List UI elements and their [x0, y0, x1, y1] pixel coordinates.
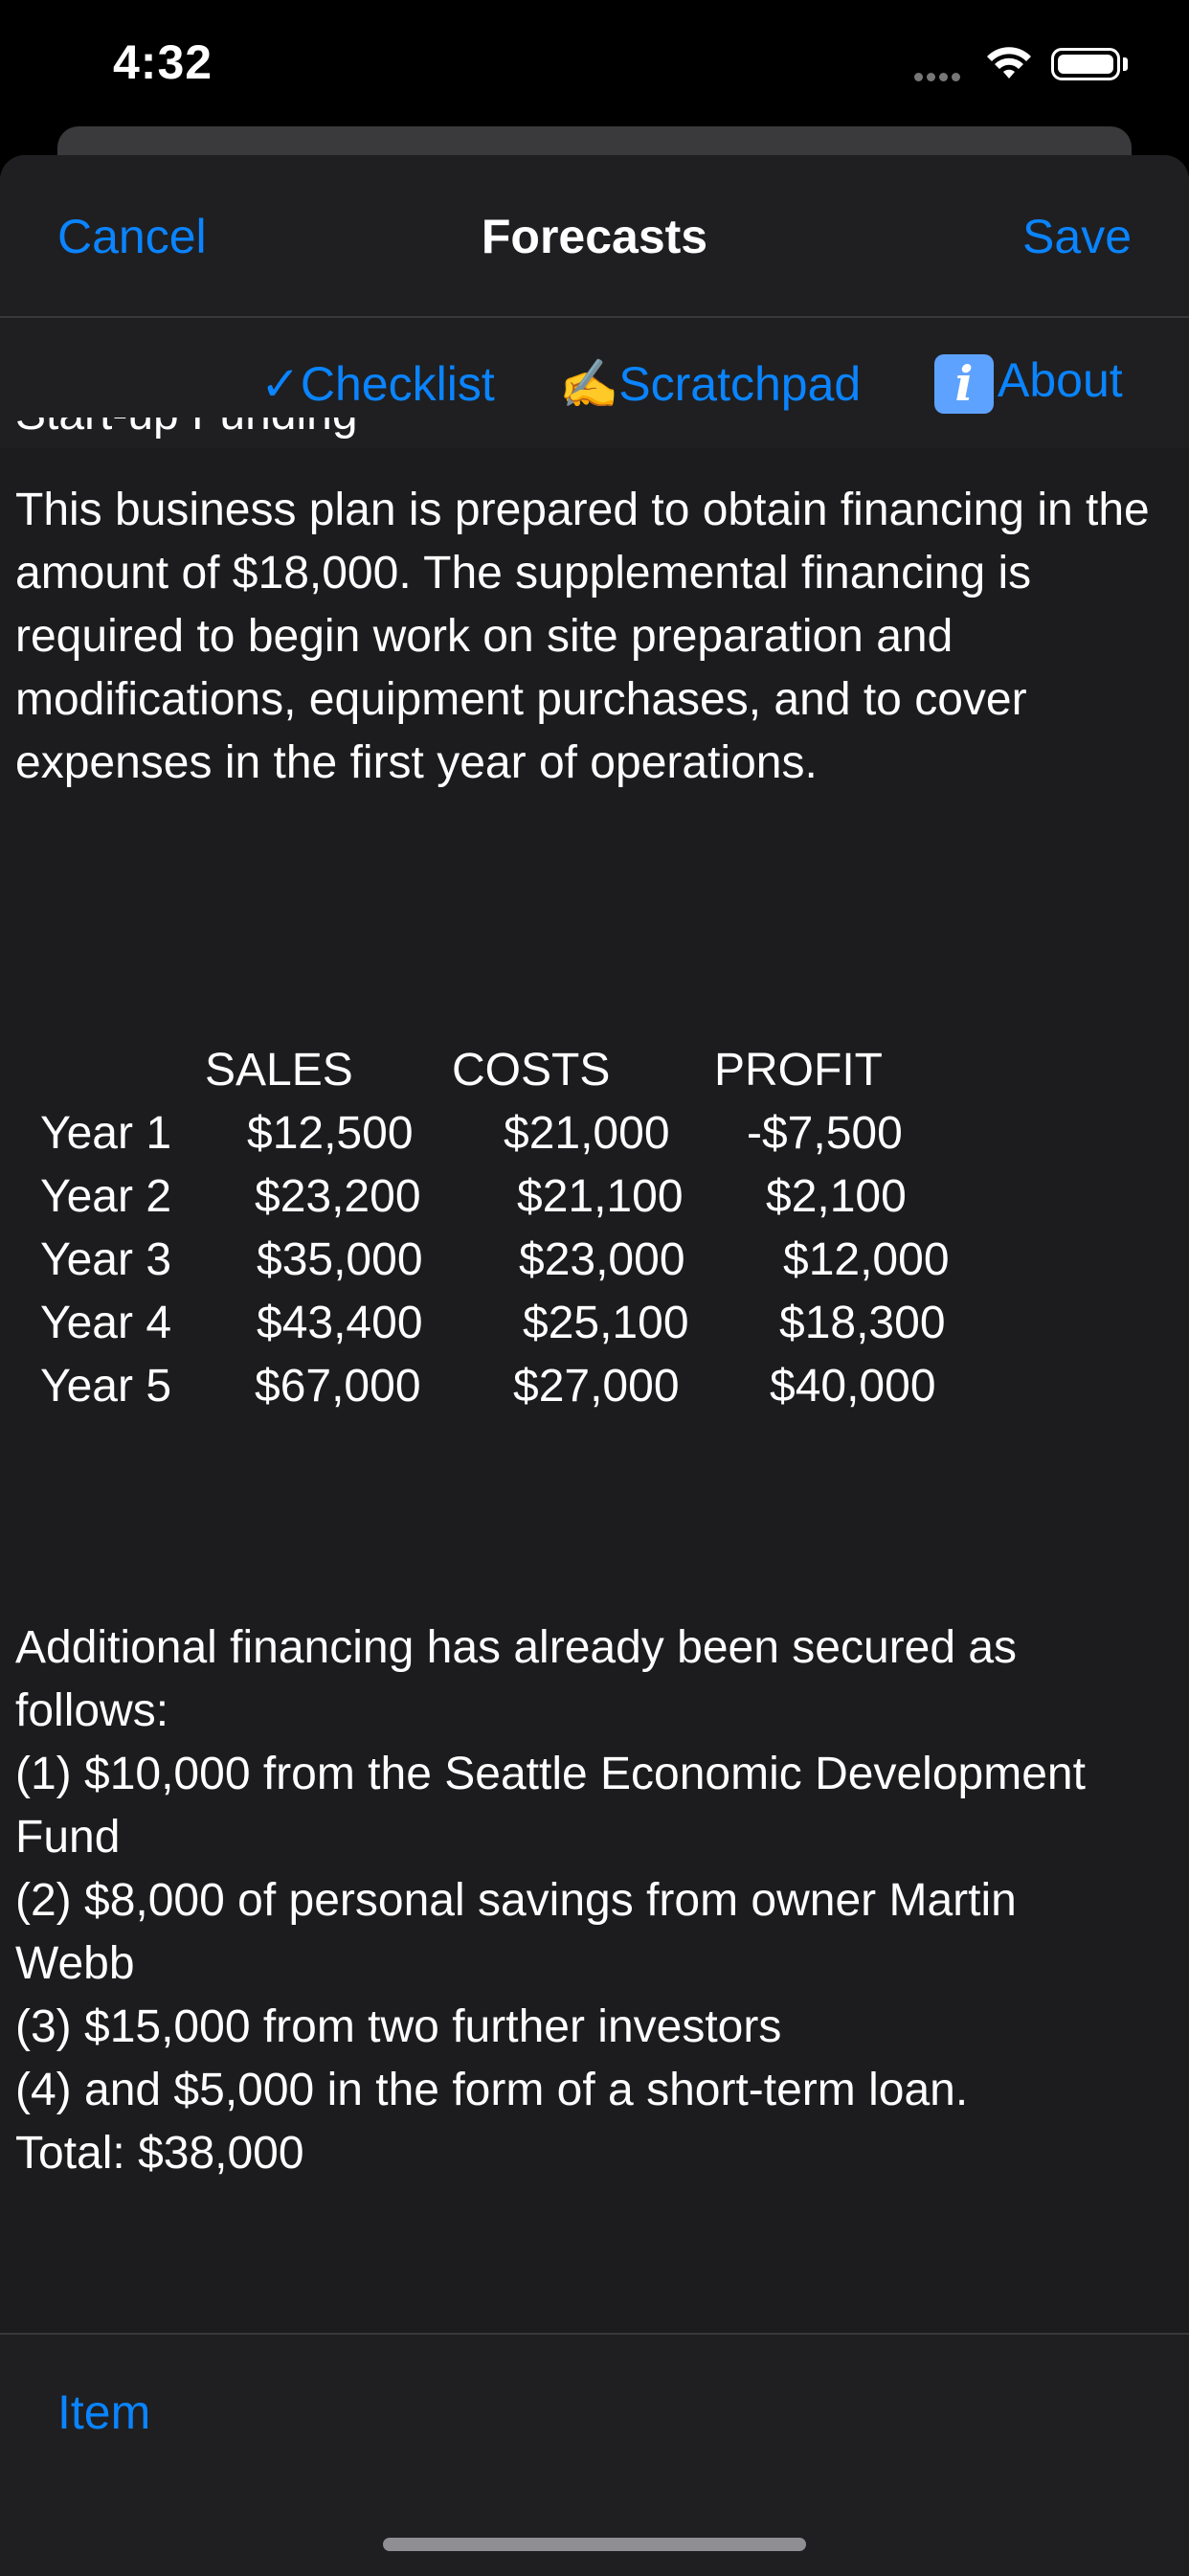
- row-label: Year 3: [40, 1234, 172, 1285]
- header-sales: SALES: [205, 1045, 353, 1096]
- section-heading-clipped: Start-up Funding: [15, 418, 358, 448]
- status-bar: 4:32: [0, 0, 1189, 124]
- costs-cell: $21,100: [517, 1171, 684, 1222]
- text-line: (1) $10,000 from the Seattle Economic De…: [15, 1749, 1086, 1799]
- sales-cell: $35,000: [257, 1234, 423, 1285]
- table-row: Year 2 $23,200 $21,100 $2,100: [0, 1170, 1189, 1233]
- battery-cap: [1123, 57, 1128, 71]
- text-line: follows:: [15, 1685, 169, 1736]
- header-costs: COSTS: [452, 1045, 611, 1096]
- text-line: Fund: [15, 1812, 121, 1863]
- text-line: (4) and $5,000 in the form of a short-te…: [15, 2065, 969, 2115]
- sales-cell: $12,500: [247, 1108, 414, 1159]
- cellular-signal-icon: [914, 69, 964, 86]
- sales-cell: $43,400: [257, 1298, 423, 1348]
- header-profit: PROFIT: [714, 1045, 883, 1096]
- row-label: Year 1: [40, 1108, 172, 1159]
- text-line: Webb: [15, 1938, 135, 1989]
- battery-icon: [1051, 48, 1120, 80]
- table-row: Year 5 $67,000 $27,000 $40,000: [0, 1360, 1189, 1423]
- profit-cell: $18,300: [779, 1298, 946, 1348]
- row-label: Year 5: [40, 1361, 172, 1412]
- page-title: Forecasts: [481, 210, 708, 263]
- profit-cell: $12,000: [783, 1234, 950, 1285]
- about-label: About: [998, 353, 1123, 407]
- wifi-icon: [987, 47, 1031, 79]
- costs-cell: $27,000: [513, 1361, 680, 1412]
- sales-cell: $67,000: [255, 1361, 421, 1412]
- text-line: Additional financing has already been se…: [15, 1622, 1018, 1673]
- costs-cell: $25,100: [523, 1298, 689, 1348]
- about-button[interactable]: i About: [934, 352, 1123, 414]
- row-label: Year 4: [40, 1298, 172, 1348]
- home-indicator: [383, 2538, 806, 2551]
- additional-financing-section: Additional financing has already been se…: [15, 1616, 1174, 2185]
- profit-cell: $2,100: [766, 1171, 907, 1222]
- info-icon: i: [934, 353, 994, 414]
- item-button[interactable]: Item: [57, 2384, 150, 2440]
- row-label: Year 2: [40, 1171, 172, 1222]
- costs-cell: $23,000: [519, 1234, 685, 1285]
- status-time: 4:32: [113, 35, 213, 89]
- checklist-button[interactable]: ✓Checklist: [260, 356, 495, 412]
- costs-cell: $21,000: [504, 1108, 670, 1159]
- intro-paragraph: This business plan is prepared to obtain…: [15, 485, 1150, 788]
- text-line: Total: $38,000: [15, 2128, 304, 2179]
- table-row: Year 1 $12,500 $21,000 -$7,500: [0, 1107, 1189, 1170]
- profit-cell: -$7,500: [747, 1108, 903, 1159]
- table-row: Year 4 $43,400 $25,100 $18,300: [0, 1297, 1189, 1360]
- profit-cell: $40,000: [770, 1361, 936, 1412]
- document-content[interactable]: This business plan is prepared to obtain…: [15, 479, 1174, 795]
- text-line: (2) $8,000 of personal savings from owne…: [15, 1875, 1017, 1926]
- navigation-bar: Cancel Forecasts Save: [0, 155, 1189, 318]
- table-row: Year 3 $35,000 $23,000 $12,000: [0, 1233, 1189, 1297]
- sales-cell: $23,200: [255, 1171, 421, 1222]
- text-line: (3) $15,000 from two further investors: [15, 2001, 782, 2052]
- table-header-row: SALES COSTS PROFIT: [0, 1044, 1189, 1107]
- scratchpad-button[interactable]: ✍️Scratchpad: [559, 356, 861, 413]
- save-button[interactable]: Save: [1022, 209, 1132, 264]
